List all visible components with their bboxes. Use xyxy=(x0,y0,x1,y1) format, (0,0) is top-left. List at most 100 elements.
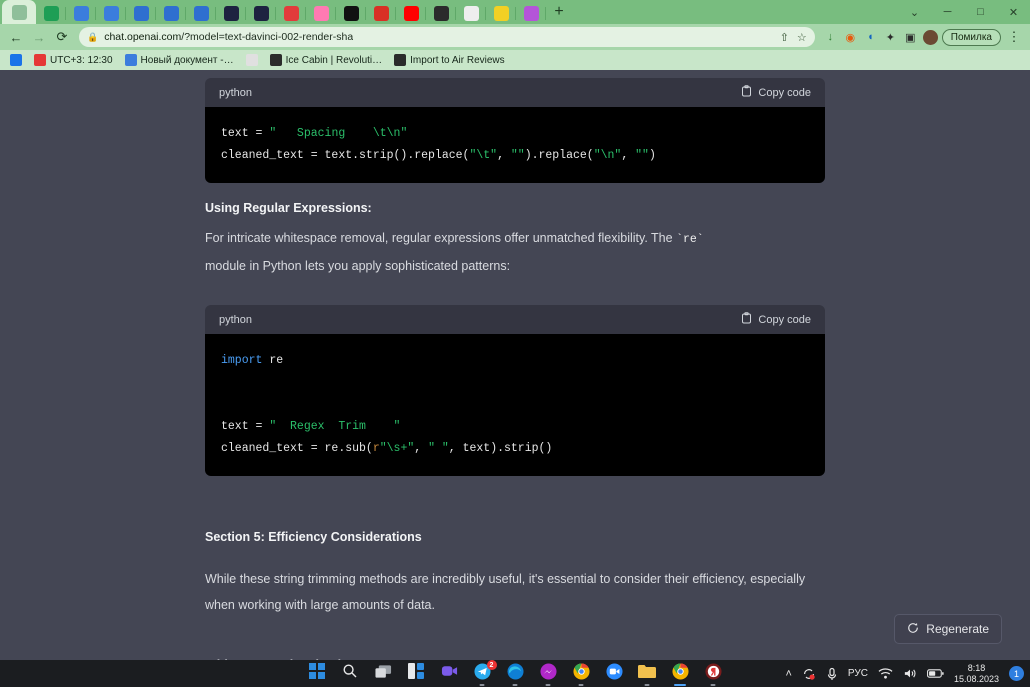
regenerate-button[interactable]: Regenerate xyxy=(894,614,1002,644)
tab-sheets-yellow[interactable] xyxy=(486,2,516,24)
tab-search-chevron-icon[interactable]: ⌄ xyxy=(898,0,931,24)
bookmark-item[interactable]: Import to Air Reviews xyxy=(390,53,508,67)
bookmark-star-icon[interactable]: ☆ xyxy=(797,31,807,44)
firefox-extension-icon[interactable]: ◉ xyxy=(842,29,859,46)
tray-chevron-icon[interactable]: ˄ xyxy=(785,668,791,680)
tab-slides-1[interactable] xyxy=(126,2,156,24)
sync-icon[interactable] xyxy=(802,667,816,681)
sidepanel-icon[interactable]: ▣ xyxy=(902,29,919,46)
tab-bowtie[interactable] xyxy=(336,2,366,24)
tab-slides-2[interactable] xyxy=(156,2,186,24)
running-indicator xyxy=(674,684,686,686)
error-pill[interactable]: Помилка xyxy=(941,28,1001,46)
bookmark-item[interactable]: UTC+3: 12:30 xyxy=(30,53,117,67)
tab-docs-1[interactable] xyxy=(66,2,96,24)
copy-code-button-1[interactable]: Copy code xyxy=(741,85,811,100)
chrome-profile-button[interactable] xyxy=(571,662,592,686)
forward-button[interactable]: → xyxy=(29,27,49,47)
tab-search-dark-1[interactable] xyxy=(216,2,246,24)
paragraph-regex-text-b: module in Python lets you apply sophisti… xyxy=(205,259,511,273)
code-line: import re xyxy=(221,350,809,372)
telegram-button[interactable]: 2 xyxy=(472,660,497,686)
widgets-icon xyxy=(408,663,424,684)
bookmark-item[interactable]: Новый документ -… xyxy=(121,53,238,67)
notification-badge[interactable]: 1 xyxy=(1009,666,1024,681)
back-button[interactable]: ← xyxy=(6,27,26,47)
zoom-icon xyxy=(605,662,623,685)
widgets-button[interactable] xyxy=(406,663,427,684)
windows-logo-icon xyxy=(309,663,325,684)
code-token: cleaned_text = text.strip().replace( xyxy=(221,149,470,162)
tab-ai[interactable] xyxy=(456,2,486,24)
start-button[interactable] xyxy=(307,663,328,684)
maximize-button[interactable]: □ xyxy=(964,0,997,24)
language-indicator[interactable]: РУС xyxy=(848,668,868,679)
address-bar[interactable]: 🔒 chat.openai.com/?model=text-davinci-00… xyxy=(79,27,815,47)
tab-youtube[interactable] xyxy=(396,2,426,24)
bookmark-item[interactable] xyxy=(6,53,26,67)
avatar[interactable] xyxy=(922,29,939,46)
code-block-1-header: python Copy code xyxy=(205,78,825,107)
code-block-2-header: python Copy code xyxy=(205,305,825,334)
yandex-button[interactable] xyxy=(703,662,724,686)
url-path: /?model=text-davinci-002-render-sha xyxy=(181,31,354,43)
code-line: cleaned_text = text.strip().replace("\t"… xyxy=(221,145,809,167)
code-token: , xyxy=(414,442,429,455)
code-language-label: python xyxy=(219,86,253,99)
tab-search-dark-2[interactable] xyxy=(246,2,276,24)
copy-code-button-2[interactable]: Copy code xyxy=(741,312,811,327)
file-explorer-button[interactable] xyxy=(637,663,658,686)
puzzle-extensions-icon[interactable]: ✦ xyxy=(882,29,899,46)
bookmark-item[interactable] xyxy=(242,53,262,67)
teams-camera-icon xyxy=(441,663,458,684)
bookmark-label: Ice Cabin | Revoluti… xyxy=(285,54,383,66)
download-extension-icon[interactable]: ↓ xyxy=(822,29,839,46)
tab-settings-gear[interactable] xyxy=(2,0,36,24)
code-block-2-body[interactable]: import re text = " Regex Trim " cleaned_t… xyxy=(205,334,825,476)
chrome-button[interactable] xyxy=(670,662,691,686)
reload-button[interactable]: ⟳ xyxy=(52,27,72,47)
heading-using-regex: Using Regular Expressions: xyxy=(205,201,372,215)
tab-docs-2[interactable] xyxy=(96,2,126,24)
battery-icon[interactable] xyxy=(927,668,944,679)
presentation-icon xyxy=(193,5,209,21)
code-token: ).replace( xyxy=(524,149,594,162)
running-indicator xyxy=(644,684,650,686)
wifi-icon[interactable] xyxy=(878,667,893,680)
gear-icon xyxy=(11,4,27,20)
new-tab-button[interactable]: + xyxy=(546,2,572,24)
close-button[interactable]: ✕ xyxy=(997,0,1030,24)
browser-menu-button[interactable]: ⋮ xyxy=(1004,27,1024,47)
tab-gmail[interactable] xyxy=(366,2,396,24)
tab-sheets[interactable] xyxy=(36,2,66,24)
minimize-button[interactable]: ─ xyxy=(931,0,964,24)
code-block-1-body[interactable]: text = " Spacing \t\n" cleaned_text = tex… xyxy=(205,107,825,183)
bookmark-item[interactable]: Ice Cabin | Revoluti… xyxy=(266,53,387,67)
edge-button[interactable] xyxy=(505,662,526,686)
moon-extension-icon[interactable]: ◖ xyxy=(862,29,879,46)
task-view-button[interactable] xyxy=(373,663,394,684)
messenger-button[interactable] xyxy=(538,662,559,686)
speaker-icon[interactable] xyxy=(903,667,917,680)
url-text: chat.openai.com/?model=text-davinci-002-… xyxy=(104,31,353,43)
tab-chatgpt-colored[interactable] xyxy=(516,2,546,24)
tab-sparkle[interactable] xyxy=(306,2,336,24)
code-token: "" xyxy=(635,149,649,162)
clock[interactable]: 8:18 15.08.2023 xyxy=(954,663,999,685)
code-token: ) xyxy=(648,149,656,162)
zoom-button[interactable] xyxy=(604,662,625,685)
code-token: text xyxy=(221,420,256,433)
sparkle-icon xyxy=(313,5,329,21)
tab-pinterest[interactable] xyxy=(426,2,456,24)
search-button[interactable] xyxy=(340,663,361,684)
colored-orb-icon xyxy=(523,5,539,21)
share-icon[interactable]: ⇧ xyxy=(780,31,789,44)
system-tray: ˄ РУС 8:18 15.08.2023 1 xyxy=(785,663,1024,685)
tab-slides-3[interactable] xyxy=(186,2,216,24)
paragraph-regex: For intricate whitespace removal, regula… xyxy=(205,225,825,279)
bowtie-icon xyxy=(343,5,359,21)
teams-button[interactable] xyxy=(439,663,460,684)
microphone-icon[interactable] xyxy=(826,667,838,681)
tab-copyright[interactable] xyxy=(276,2,306,24)
code-token: cleaned_text = re.sub( xyxy=(221,442,373,455)
